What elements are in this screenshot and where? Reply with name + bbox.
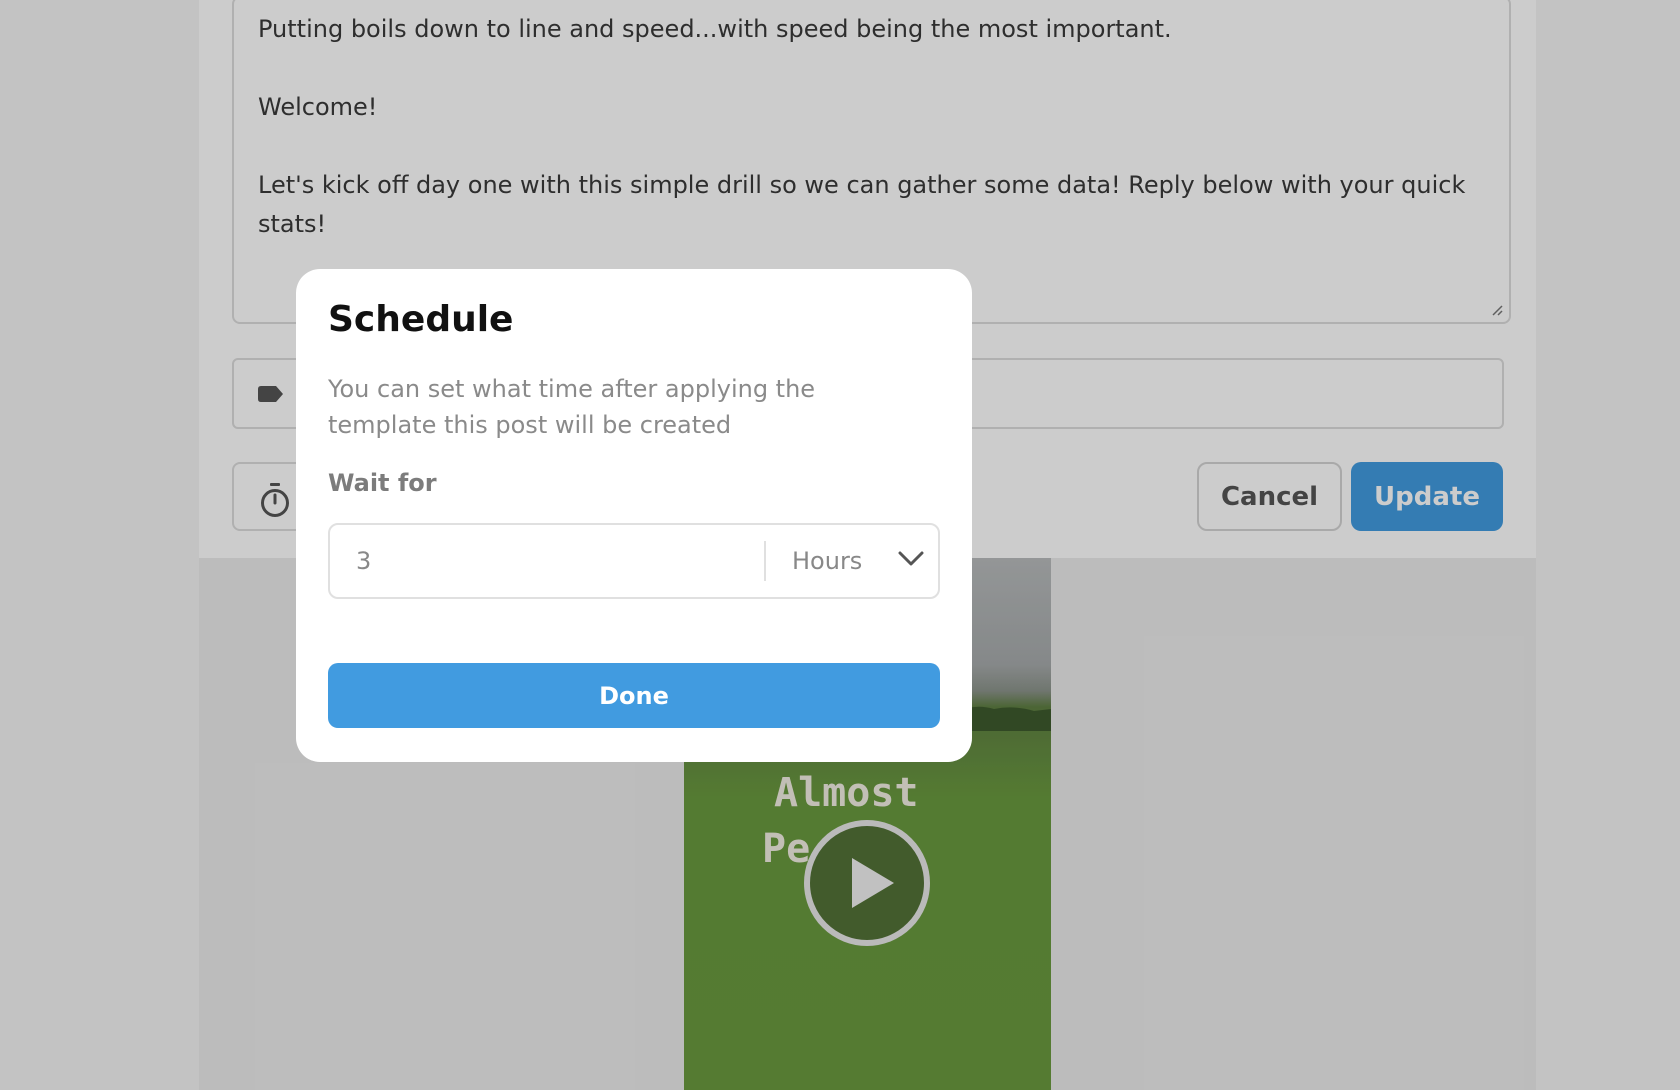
done-button[interactable]: Done [328, 663, 940, 728]
wait-for-group: Hours [328, 523, 940, 599]
chevron-down-icon [898, 551, 924, 566]
modal-title: Schedule [328, 299, 514, 340]
modal-description: You can set what time after applying the… [328, 375, 816, 439]
time-unit-select[interactable]: Hours [766, 525, 940, 597]
wait-amount-input[interactable] [330, 525, 764, 597]
wait-for-label: Wait for [328, 469, 437, 497]
schedule-modal: Schedule You can set what time after app… [296, 269, 972, 762]
time-unit-value: Hours [792, 547, 863, 575]
